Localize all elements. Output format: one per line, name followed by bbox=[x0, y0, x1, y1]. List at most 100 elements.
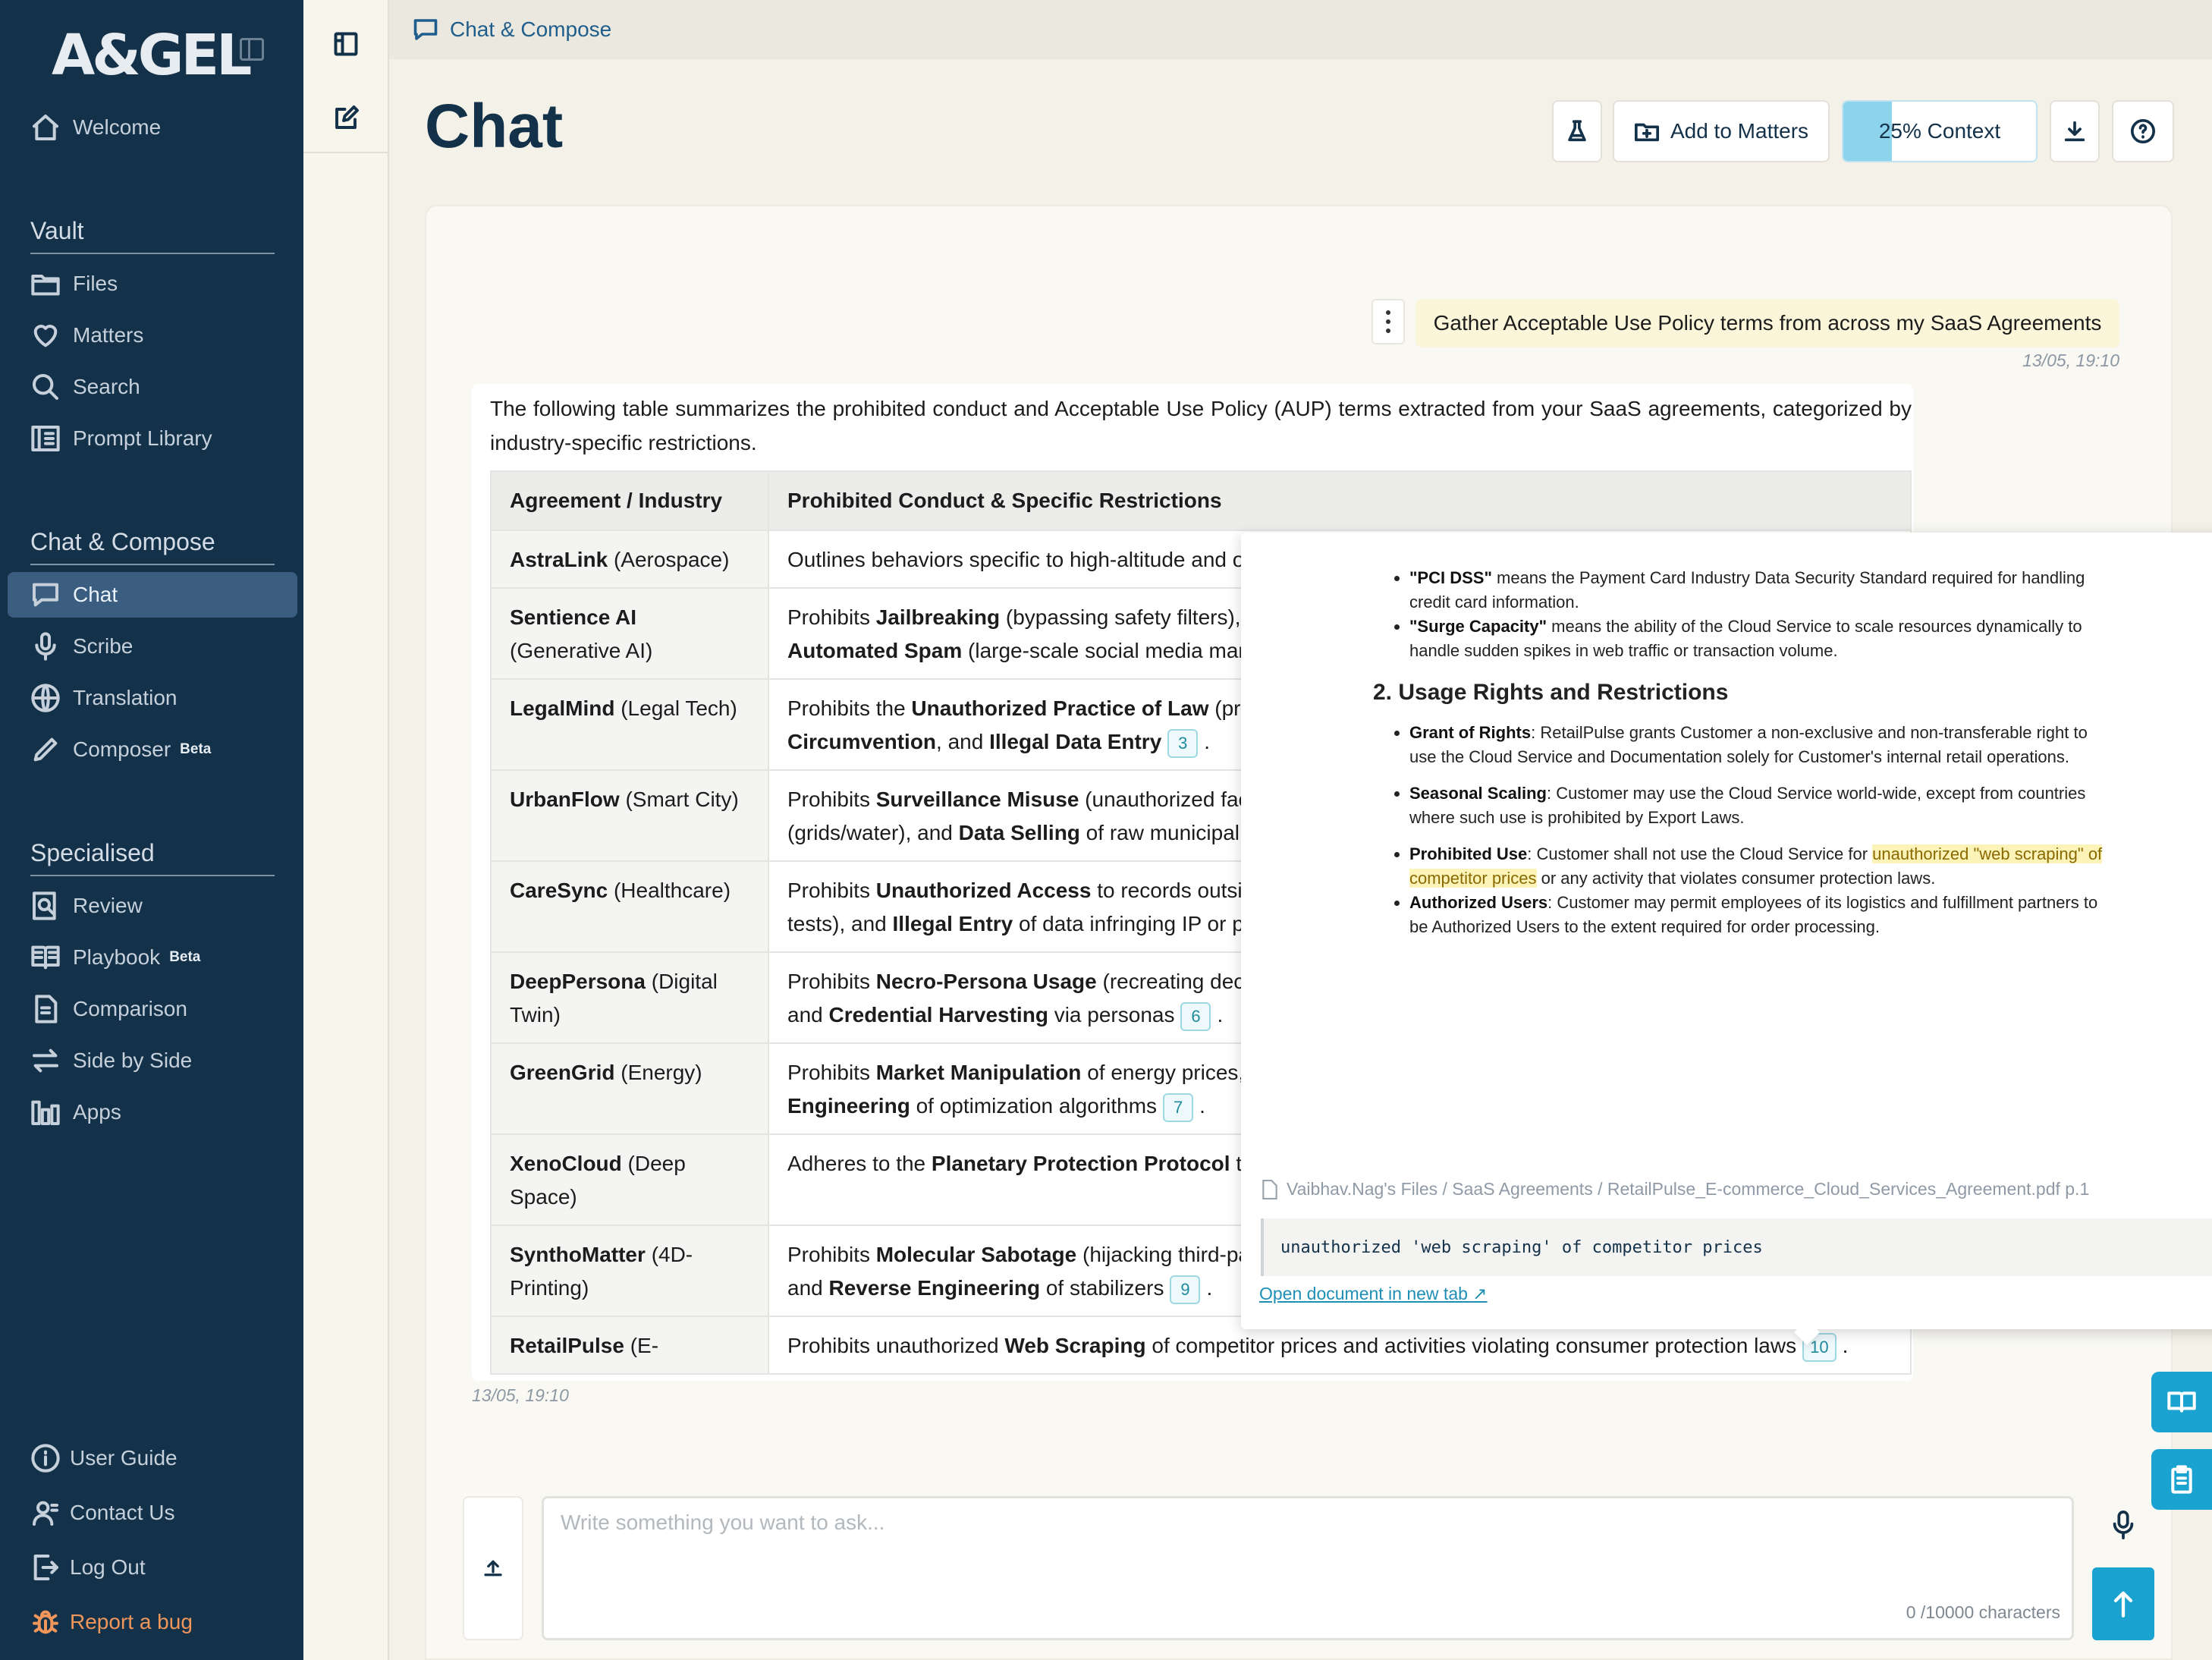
restriction-text: to records outside bbox=[1091, 879, 1266, 902]
clause-term: Prohibited Use bbox=[1409, 844, 1528, 863]
sidebar-item-label: Playbook bbox=[73, 945, 161, 969]
section-heading: 2. Usage Rights and Restrictions bbox=[1373, 680, 1729, 705]
restriction-term: Surveillance Misuse bbox=[875, 788, 1079, 811]
clause-item: Authorized Users: Customer may permit em… bbox=[1409, 891, 2115, 939]
sidebar-item-search[interactable]: Search bbox=[8, 364, 297, 410]
character-count: 0 /10000 characters bbox=[1906, 1602, 2060, 1622]
open-document-link[interactable]: Open document in new tab ↗ bbox=[1259, 1284, 1488, 1304]
folder-icon bbox=[29, 267, 62, 300]
definition-term: "Surge Capacity" bbox=[1409, 617, 1547, 636]
agreement-cell: GreenGrid (Energy) bbox=[490, 1042, 769, 1135]
sidebar-item-scribe[interactable]: Scribe bbox=[8, 624, 297, 669]
sidebar-item-apps[interactable]: Apps bbox=[8, 1089, 297, 1135]
definition-term: "PCI DSS" bbox=[1409, 568, 1492, 587]
restriction-text: (large-scale social media manip bbox=[962, 639, 1267, 662]
contact-icon bbox=[29, 1496, 62, 1530]
info-icon bbox=[29, 1441, 62, 1475]
definition-text: means the Payment Card Industry Data Sec… bbox=[1409, 568, 2085, 611]
sidebar-toggle-icon[interactable] bbox=[240, 38, 264, 61]
sidebar-item-composer[interactable]: Composer Beta bbox=[8, 727, 297, 772]
restriction-term: Credential Harvesting bbox=[828, 1003, 1048, 1026]
restriction-term: Data Selling bbox=[958, 821, 1080, 844]
microphone-icon bbox=[2113, 1511, 2134, 1539]
citation-badge[interactable]: 9 bbox=[1170, 1275, 1201, 1304]
sidebar-item-chat[interactable]: Chat bbox=[8, 572, 297, 618]
new-chat-button[interactable] bbox=[329, 102, 363, 135]
restriction-term: Illegal Data Entry bbox=[989, 730, 1162, 753]
add-to-matters-button[interactable]: Add to Matters bbox=[1613, 100, 1830, 162]
chat-icon bbox=[29, 578, 62, 611]
help-button[interactable] bbox=[2112, 100, 2174, 162]
clause-text: or any activity that violates consumer p… bbox=[1536, 869, 1936, 888]
file-icon bbox=[1262, 1179, 1277, 1199]
sidebar-item-comparison[interactable]: Comparison bbox=[8, 986, 297, 1032]
home-icon bbox=[29, 111, 62, 144]
page-title: Chat bbox=[425, 92, 564, 161]
restriction-text: . bbox=[1217, 1003, 1224, 1026]
panel-toggle-button[interactable] bbox=[329, 27, 363, 61]
labs-button[interactable] bbox=[1552, 100, 1602, 162]
restriction-text: of energy prices, bbox=[1081, 1061, 1250, 1084]
restriction-term: Automated Spam bbox=[787, 639, 963, 662]
sidebar-item-label: Chat bbox=[73, 583, 118, 606]
restriction-term: Market Manipulation bbox=[875, 1061, 1082, 1084]
sidebar-item-files[interactable]: Files bbox=[8, 261, 297, 307]
restriction-text: and bbox=[787, 1003, 829, 1026]
agreement-name: UrbanFlow bbox=[510, 788, 620, 811]
sidebar-item-label: Matters bbox=[73, 323, 144, 347]
agreement-cell: LegalMind (Legal Tech) bbox=[490, 678, 769, 771]
restriction-text: Outlines behaviors specific to high-alti… bbox=[787, 548, 1264, 571]
agreement-cell: SynthoMatter (4D-Printing) bbox=[490, 1225, 769, 1317]
table-header: Prohibited Conduct & Specific Restrictio… bbox=[768, 470, 1912, 531]
clause-term: Seasonal Scaling bbox=[1409, 784, 1547, 803]
industry-label: (Aerospace) bbox=[613, 548, 730, 571]
sidebar-item-welcome[interactable]: Welcome bbox=[8, 105, 297, 150]
sidebar-item-contact-us[interactable]: Contact Us bbox=[8, 1490, 297, 1536]
sidebar-item-side-by-side[interactable]: Side by Side bbox=[8, 1038, 297, 1083]
sidebar-item-label: Log Out bbox=[70, 1555, 146, 1579]
context-button[interactable]: 25% Context bbox=[1842, 100, 2038, 162]
answer-time: 13/05, 19:10 bbox=[472, 1385, 569, 1405]
citation-badge[interactable]: 3 bbox=[1167, 728, 1199, 758]
restriction-text: and bbox=[787, 1276, 829, 1300]
restriction-text: of competitor prices and activities viol… bbox=[1145, 1334, 1797, 1357]
breadcrumb[interactable]: Chat & Compose bbox=[450, 17, 611, 42]
user-message: Gather Acceptable Use Policy terms from … bbox=[1415, 299, 2119, 347]
sidebar-item-user-guide[interactable]: User Guide bbox=[8, 1435, 297, 1481]
restriction-text: via personas bbox=[1048, 1003, 1175, 1026]
agreement-cell: RetailPulse (E- bbox=[490, 1316, 769, 1375]
microphone-button[interactable] bbox=[2092, 1495, 2154, 1555]
restriction-text: Prohibits bbox=[787, 970, 876, 993]
sidebar-item-report-bug[interactable]: Report a bug bbox=[8, 1599, 297, 1645]
download-button[interactable] bbox=[2050, 100, 2100, 162]
send-button[interactable] bbox=[2092, 1567, 2154, 1640]
citation-badge[interactable]: 6 bbox=[1180, 1001, 1211, 1031]
sidebar-item-review[interactable]: Review bbox=[8, 883, 297, 929]
citation-badge[interactable]: 7 bbox=[1163, 1093, 1194, 1122]
answer-intro: The following table summarizes the prohi… bbox=[490, 397, 1912, 454]
reading-panel-tab[interactable] bbox=[2151, 1372, 2212, 1432]
sidebar-item-log-out[interactable]: Log Out bbox=[8, 1545, 297, 1590]
upload-button[interactable] bbox=[463, 1496, 523, 1640]
restriction-term: Planetary Protection Protocol bbox=[931, 1152, 1230, 1175]
folder-plus-icon bbox=[1634, 123, 1659, 142]
restriction-text: of data infringing IP or priv bbox=[1013, 912, 1267, 935]
sidebar-item-label: Report a bug bbox=[70, 1610, 193, 1633]
sidebar-item-prompt-library[interactable]: Prompt Library bbox=[8, 416, 297, 461]
chat-icon bbox=[412, 16, 439, 43]
clipboard-panel-tab[interactable] bbox=[2151, 1449, 2212, 1510]
sidebar-item-label: Files bbox=[73, 272, 118, 295]
restriction-text: Prohibits bbox=[787, 879, 876, 902]
sidebar-item-matters[interactable]: Matters bbox=[8, 313, 297, 358]
sidebar-item-translation[interactable]: Translation bbox=[8, 675, 297, 721]
app-logo[interactable]: A&GEL bbox=[52, 23, 252, 88]
message-menu-button[interactable] bbox=[1372, 299, 1405, 344]
context-label: 25% Context bbox=[1878, 119, 2001, 143]
industry-label: (E- bbox=[630, 1334, 659, 1357]
rail-divider bbox=[303, 152, 389, 153]
sidebar-item-label: Composer bbox=[73, 737, 171, 761]
clause-term: Authorized Users bbox=[1409, 893, 1548, 912]
sidebar-item-playbook[interactable]: Playbook Beta bbox=[8, 935, 297, 980]
restriction-text: Prohibits bbox=[787, 605, 876, 629]
restriction-text: Prohibits bbox=[787, 788, 876, 811]
